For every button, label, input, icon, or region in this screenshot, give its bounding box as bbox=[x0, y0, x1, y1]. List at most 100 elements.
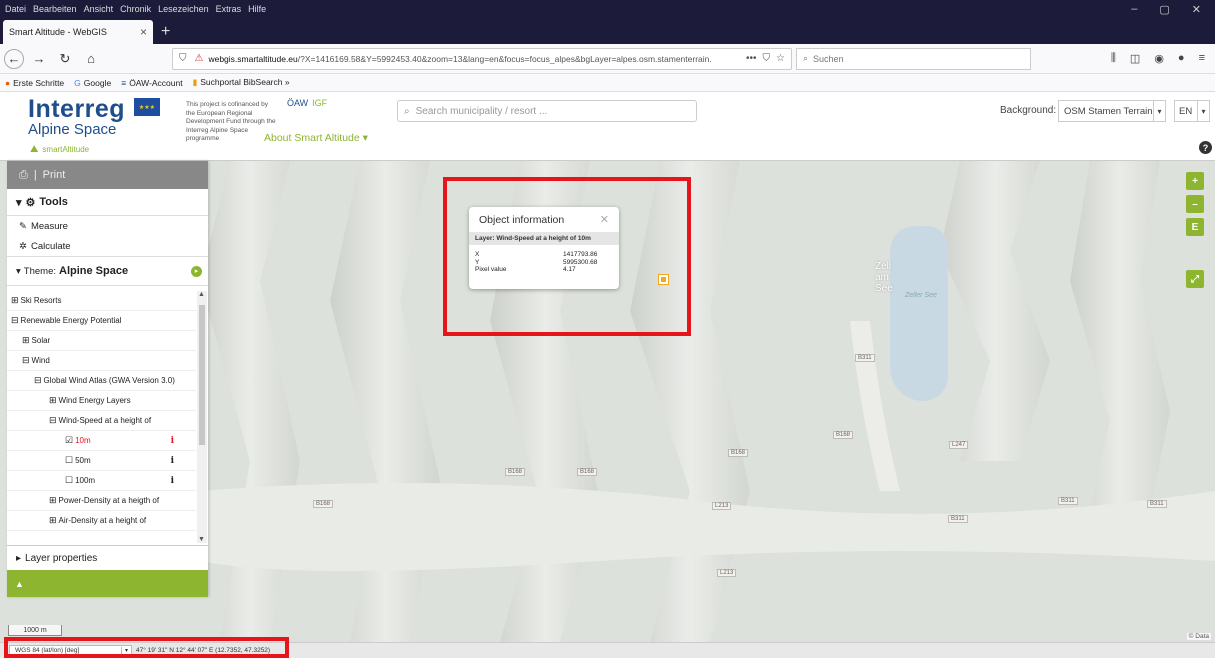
collapse-icon[interactable]: ⊟ bbox=[34, 375, 42, 386]
menu-extras[interactable]: Extras bbox=[216, 4, 242, 14]
about-menu[interactable]: About Smart Altitude ▾ bbox=[264, 132, 368, 144]
browser-tab[interactable]: Smart Altitude - WebGIS × bbox=[3, 20, 153, 44]
road-label: B168 bbox=[505, 468, 526, 476]
url-path: /?X=1416169.58&Y=5992453.40&zoom=13&lang… bbox=[297, 53, 712, 64]
minimize-button[interactable]: – bbox=[1131, 3, 1137, 16]
language-select[interactable]: EN ▾ bbox=[1174, 100, 1210, 122]
panel-collapse-button[interactable]: ▲ bbox=[7, 570, 208, 597]
collapse-icon[interactable]: ⊟ bbox=[22, 355, 30, 366]
municipality-search-placeholder: Search municipality / resort ... bbox=[415, 105, 548, 117]
expand-icon[interactable]: ⊞ bbox=[11, 295, 19, 306]
insecure-lock-icon[interactable]: ⚠ bbox=[195, 53, 204, 64]
scroll-up-icon[interactable]: ▲ bbox=[198, 291, 205, 298]
layer-tree-item[interactable]: ⊞ Ski Resorts bbox=[7, 291, 196, 311]
bookmark-oaw-account[interactable]: ≡ ÖAW-Account bbox=[121, 78, 182, 88]
layer-tree-item[interactable]: ⊞ Solar bbox=[7, 331, 196, 351]
layer-tree-label: Power-Density at a heigth of bbox=[58, 496, 160, 505]
menu-bearbeiten[interactable]: Bearbeiten bbox=[33, 4, 77, 14]
road-label: B311 bbox=[1058, 497, 1078, 505]
road-label: B311 bbox=[855, 354, 875, 362]
interreg-logo[interactable]: Interreg bbox=[28, 95, 125, 124]
new-tab-icon[interactable]: + bbox=[153, 23, 178, 44]
menu-chronik[interactable]: Chronik bbox=[120, 4, 151, 14]
layer-tree-label: Ski Resorts bbox=[20, 296, 62, 305]
sidebar-icon[interactable]: ◫ bbox=[1130, 52, 1140, 65]
expand-icon[interactable]: ⊞ bbox=[49, 515, 57, 526]
layer-tree-item[interactable]: ⊟ Wind-Speed at a height of bbox=[7, 411, 196, 431]
scrollbar-thumb[interactable] bbox=[199, 305, 205, 445]
layer-tree-item[interactable]: ⊟ Wind bbox=[7, 351, 196, 371]
layer-tree-item[interactable]: ⊞ Power-Density at a heigth of bbox=[7, 491, 196, 511]
tab-close-icon[interactable]: × bbox=[140, 25, 147, 39]
click-location-marker[interactable] bbox=[658, 274, 669, 285]
extent-button[interactable]: E bbox=[1186, 218, 1204, 236]
layer-tree-label: Renewable Energy Potential bbox=[20, 316, 122, 325]
layer-tree-item[interactable]: ⊟ Global Wind Atlas (GWA Version 3.0) bbox=[7, 371, 196, 391]
crs-select[interactable]: WGS 84 (lat/lon) [deg] ▾ bbox=[9, 644, 132, 657]
map-attribution[interactable]: © Data bbox=[1186, 633, 1211, 640]
pocket-icon[interactable]: ⛉ bbox=[763, 53, 771, 64]
layer-tree-item[interactable]: ☐ 50m i bbox=[7, 451, 196, 471]
layer-panel: ⎙ | Print ▾ ⚙ Tools ✎ Measure ✲ Calculat… bbox=[7, 161, 208, 597]
collapse-icon[interactable]: ⊟ bbox=[49, 415, 57, 426]
menu-ansicht[interactable]: Ansicht bbox=[84, 4, 114, 14]
expand-icon[interactable]: ⊞ bbox=[49, 395, 57, 406]
home-icon[interactable]: ⌂ bbox=[80, 48, 102, 70]
hamburger-menu-icon[interactable]: ≡ bbox=[1199, 52, 1205, 65]
caret-up-icon: ▲ bbox=[15, 578, 24, 589]
bookmark-erste-schritte[interactable]: ● Erste Schritte bbox=[5, 78, 64, 88]
scroll-down-icon[interactable]: ▼ bbox=[198, 536, 205, 543]
help-icon[interactable]: ? bbox=[1199, 141, 1212, 154]
bookmark-google[interactable]: G Google bbox=[74, 78, 111, 88]
bookmark-star-icon[interactable]: ☆ bbox=[776, 53, 785, 64]
tools-header[interactable]: ▾ ⚙ Tools bbox=[7, 189, 208, 216]
tracking-shield-icon[interactable]: ⛉ bbox=[179, 53, 187, 64]
layer-tree-item[interactable]: ☐ 100m i bbox=[7, 471, 196, 491]
info-icon[interactable]: i bbox=[171, 436, 174, 446]
background-select[interactable]: OSM Stamen Terrain ▾ bbox=[1058, 100, 1166, 122]
layer-tree-item[interactable]: ⊟ Renewable Energy Potential bbox=[7, 311, 196, 331]
layer-properties-toggle[interactable]: ▸ Layer properties bbox=[7, 545, 208, 570]
bookmark-bibsearch[interactable]: ▮ Suchportal BibSearch » bbox=[193, 77, 290, 88]
account-icon[interactable]: ◉ bbox=[1154, 52, 1164, 65]
reload-icon[interactable]: ↻ bbox=[54, 48, 76, 70]
layer-tree-item[interactable]: ⊞ Wind Energy Layers bbox=[7, 391, 196, 411]
maximize-button[interactable]: ▢ bbox=[1159, 3, 1169, 16]
back-icon[interactable]: ← bbox=[4, 48, 24, 69]
page-actions-icon[interactable]: ••• bbox=[746, 53, 757, 64]
popup-close-icon[interactable]: ✕ bbox=[600, 213, 609, 226]
info-icon[interactable]: i bbox=[171, 456, 174, 466]
url-text[interactable]: webgis.smartaltitude.eu/?X=1416169.58&Y=… bbox=[208, 54, 742, 64]
checkbox-icon[interactable]: ☐ bbox=[65, 475, 73, 486]
layer-tree-item[interactable]: ☑ 10m i bbox=[7, 431, 196, 451]
theme-go-icon[interactable]: ▸ bbox=[191, 265, 202, 277]
checkbox-icon[interactable]: ☐ bbox=[65, 455, 73, 466]
url-bar[interactable]: ⛉ ⚠ webgis.smartaltitude.eu/?X=1416169.5… bbox=[172, 47, 792, 70]
measure-tool[interactable]: ✎ Measure bbox=[7, 216, 208, 236]
zoom-out-button[interactable]: – bbox=[1186, 195, 1204, 213]
layer-tree-label: Wind bbox=[31, 356, 50, 365]
layer-tree-scrollbar[interactable]: ▲ ▼ bbox=[197, 291, 207, 543]
layer-tree-label: Solar bbox=[31, 336, 51, 345]
info-icon[interactable]: i bbox=[171, 476, 174, 486]
menu-hilfe[interactable]: Hilfe bbox=[248, 4, 266, 14]
menu-datei[interactable]: Datei bbox=[5, 4, 26, 14]
menu-lesezeichen[interactable]: Lesezeichen bbox=[158, 4, 209, 14]
oaw-igf-logo[interactable]: ÖAW IGF bbox=[287, 98, 327, 108]
expand-icon[interactable]: ⊞ bbox=[22, 335, 30, 346]
fullscreen-button[interactable]: ⤢ bbox=[1186, 270, 1204, 288]
theme-header[interactable]: ▾ Theme: Alpine Space ▸ bbox=[7, 256, 208, 286]
calculate-tool[interactable]: ✲ Calculate bbox=[7, 236, 208, 256]
close-window-button[interactable]: ✕ bbox=[1192, 3, 1201, 16]
browser-search[interactable]: ⌕ Suchen bbox=[796, 47, 1031, 70]
library-icon[interactable]: ⫼ bbox=[1111, 52, 1116, 65]
collapse-icon[interactable]: ⊟ bbox=[11, 315, 19, 326]
extension-icon[interactable]: ● bbox=[1178, 52, 1185, 65]
zoom-in-button[interactable]: + bbox=[1186, 172, 1204, 190]
checkbox-checked-icon[interactable]: ☑ bbox=[65, 435, 73, 446]
forward-icon[interactable]: → bbox=[28, 48, 50, 70]
municipality-search-input[interactable]: ⌕ Search municipality / resort ... bbox=[397, 100, 697, 122]
print-button[interactable]: ⎙ | Print bbox=[7, 161, 208, 189]
expand-icon[interactable]: ⊞ bbox=[49, 495, 57, 506]
layer-tree-item[interactable]: ⊞ Air-Density at a height of bbox=[7, 511, 196, 531]
